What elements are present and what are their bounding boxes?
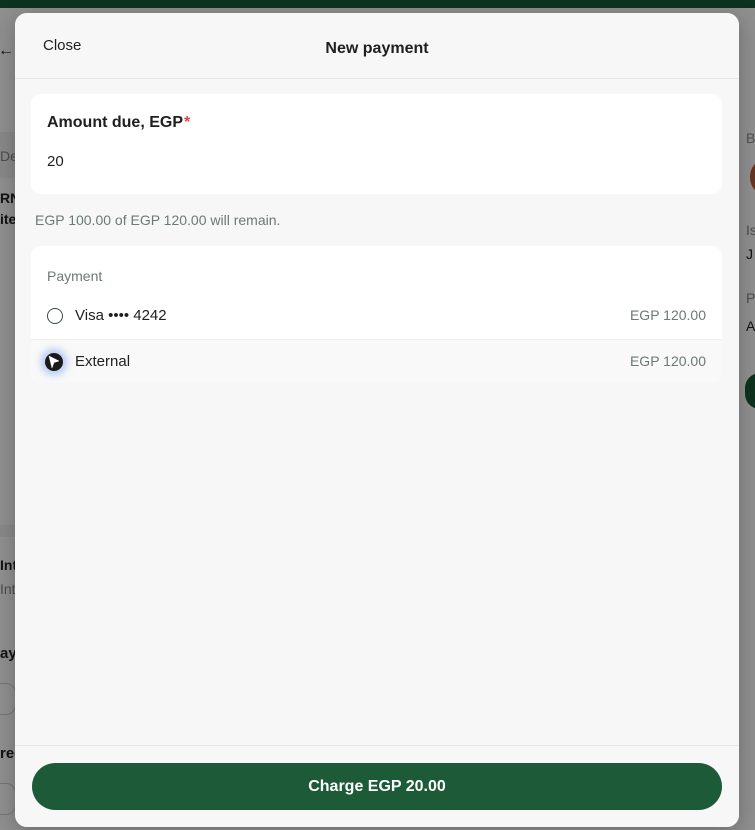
radio-button-selected[interactable]: [45, 353, 63, 371]
payment-option-external[interactable]: External EGP 120.00: [31, 339, 722, 383]
payment-option-label: External: [75, 353, 131, 370]
required-marker: *: [184, 114, 191, 131]
amount-due-label-text: Amount due, EGP: [47, 114, 183, 131]
amount-due-input[interactable]: [47, 150, 687, 172]
payment-option-label: Visa •••• 4242: [75, 307, 167, 324]
amount-due-label: Amount due, EGP*: [47, 114, 190, 132]
remaining-balance-note: EGP 100.00 of EGP 120.00 will remain.: [35, 212, 281, 228]
new-payment-modal: Close New payment Amount due, EGP* EGP 1…: [15, 13, 739, 827]
modal-title: New payment: [325, 40, 429, 57]
charge-button[interactable]: Charge EGP 20.00: [32, 763, 722, 810]
amount-due-card: Amount due, EGP*: [31, 94, 722, 194]
payment-option-amount: EGP 120.00: [629, 307, 706, 323]
payment-method-card: Payment Visa •••• 4242 EGP 120.00 Extern…: [31, 246, 722, 383]
payment-heading: Payment: [47, 268, 103, 284]
payment-option-visa[interactable]: Visa •••• 4242 EGP 120.00: [31, 294, 722, 338]
modal-footer: Charge EGP 20.00: [15, 745, 739, 827]
mouse-cursor-icon: [48, 355, 60, 369]
payment-option-amount: EGP 120.00: [629, 353, 706, 369]
modal-header: Close New payment: [15, 13, 739, 79]
radio-button[interactable]: [47, 308, 63, 324]
